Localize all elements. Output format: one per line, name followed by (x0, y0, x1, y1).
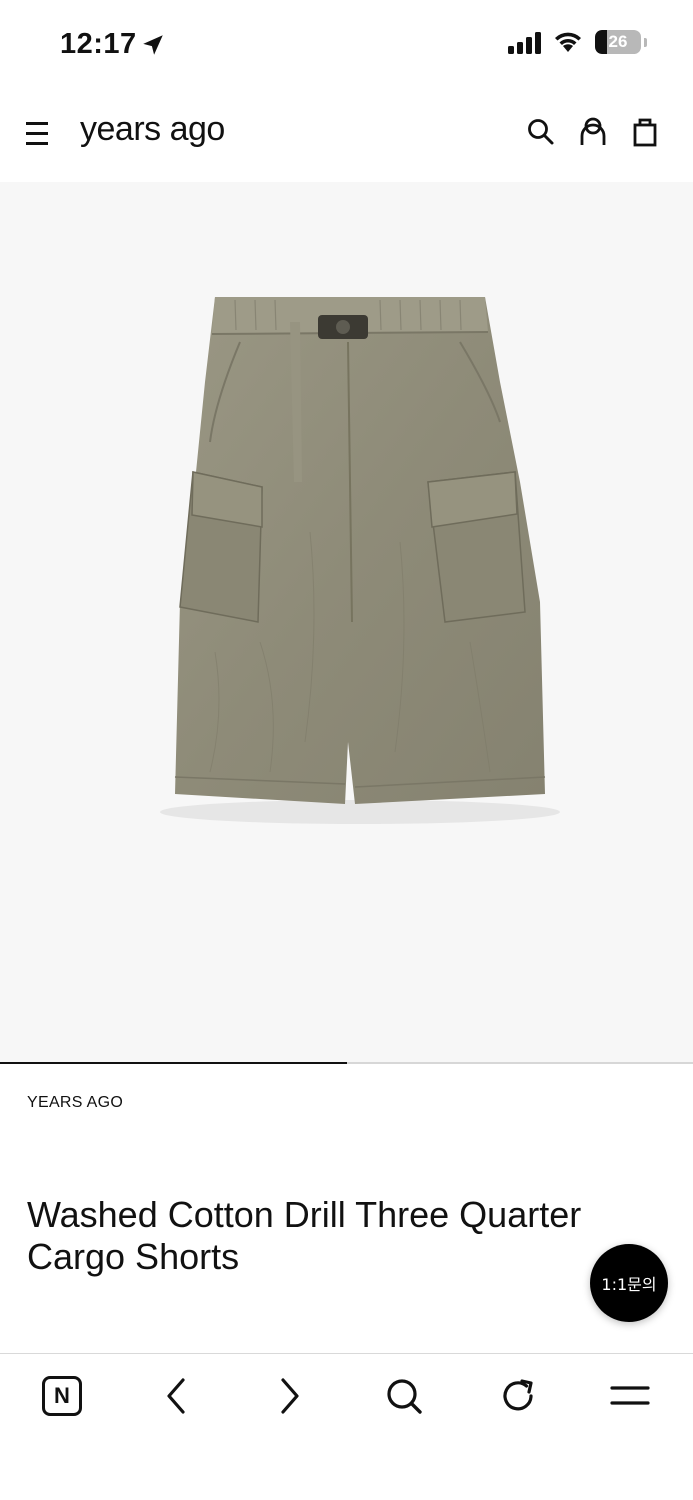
search-icon[interactable] (525, 116, 557, 148)
cargo-shorts-image (160, 297, 560, 824)
gallery-progress-track (0, 1062, 693, 1064)
back-icon (167, 1378, 185, 1414)
cellular-signal-icon (508, 30, 541, 54)
naver-home-button[interactable]: N (40, 1374, 84, 1418)
search-icon (387, 1379, 422, 1414)
wifi-icon (555, 32, 581, 52)
back-button[interactable] (154, 1374, 198, 1418)
site-logo[interactable]: years ago (80, 110, 225, 149)
battery-icon: 26 (595, 30, 641, 54)
site-header: years ago (0, 92, 693, 182)
naver-home-icon: N (42, 1376, 82, 1416)
chat-inquiry-button[interactable]: 1:1문의 (590, 1244, 668, 1322)
battery-cap (644, 37, 647, 47)
header-icons (525, 116, 661, 148)
menu-icon[interactable] (26, 118, 50, 148)
product-brand[interactable]: YEARS AGO (27, 1094, 123, 1112)
reload-icon (503, 1379, 533, 1411)
status-time: 12:17 (60, 28, 137, 60)
status-indicators: 26 (508, 30, 647, 54)
forward-icon (281, 1378, 299, 1414)
product-image[interactable] (0, 182, 693, 1062)
product-title: Washed Cotton Drill Three Quarter Cargo … (27, 1194, 582, 1277)
shopping-bag-icon[interactable] (629, 116, 661, 148)
status-bar: 12:17 26 (0, 0, 693, 92)
forward-button[interactable] (268, 1374, 312, 1418)
account-icon[interactable] (577, 116, 609, 148)
battery-level: 26 (608, 32, 628, 51)
browser-menu-button[interactable] (608, 1374, 652, 1418)
browser-toolbar: N (0, 1353, 693, 1500)
reload-button[interactable] (496, 1374, 540, 1418)
browser-search-button[interactable] (382, 1374, 426, 1418)
location-arrow-icon (143, 35, 163, 55)
menu-icon (610, 1386, 650, 1405)
gallery-progress-fill (0, 1062, 347, 1064)
